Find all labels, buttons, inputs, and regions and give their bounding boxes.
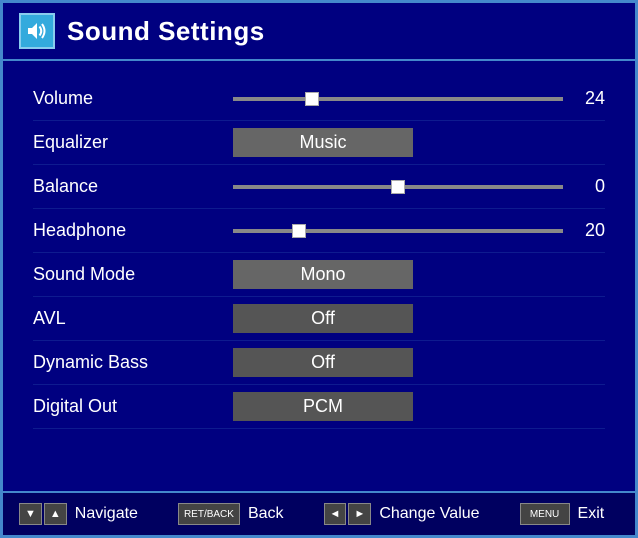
digital-out-select[interactable]: PCM [233, 392, 413, 421]
dynamic-bass-control[interactable]: Off [233, 348, 605, 377]
volume-slider[interactable]: 24 [233, 88, 605, 109]
avl-select[interactable]: Off [233, 304, 413, 333]
digital-out-label: Digital Out [33, 396, 233, 417]
balance-label: Balance [33, 176, 233, 197]
volume-track [233, 97, 563, 101]
volume-label: Volume [33, 88, 233, 109]
back-hint: RET/BACK Back [178, 503, 284, 525]
headphone-value: 20 [575, 220, 605, 241]
right-key: ► [348, 503, 371, 525]
volume-control[interactable]: 24 [233, 88, 605, 109]
exit-label: Exit [578, 505, 605, 523]
footer: ▼ ▲ Navigate RET/BACK Back ◄ ► Change Va… [3, 491, 635, 535]
equalizer-label: Equalizer [33, 132, 233, 153]
headphone-control[interactable]: 20 [233, 220, 605, 241]
change-value-hint: ◄ ► Change Value [324, 503, 480, 525]
balance-track [233, 185, 563, 189]
sound-mode-control[interactable]: Mono [233, 260, 605, 289]
digital-out-row: Digital Out PCM [33, 385, 605, 429]
equalizer-select[interactable]: Music [233, 128, 413, 157]
settings-list: Volume 24 Equalizer Music Balance [3, 61, 635, 491]
sound-mode-label: Sound Mode [33, 264, 233, 285]
volume-value: 24 [575, 88, 605, 109]
equalizer-control[interactable]: Music [233, 128, 605, 157]
dynamic-bass-label: Dynamic Bass [33, 352, 233, 373]
avl-label: AVL [33, 308, 233, 329]
change-value-label: Change Value [379, 505, 479, 523]
balance-row: Balance 0 [33, 165, 605, 209]
sound-icon [19, 13, 55, 49]
screen: Sound Settings Volume 24 Equalizer Music [0, 0, 638, 538]
balance-thumb [391, 180, 405, 194]
left-key: ◄ [324, 503, 347, 525]
avl-row: AVL Off [33, 297, 605, 341]
balance-value: 0 [575, 176, 605, 197]
exit-hint: MENU Exit [520, 503, 605, 525]
balance-slider[interactable]: 0 [233, 176, 605, 197]
back-key: RET/BACK [178, 503, 240, 525]
sound-mode-row: Sound Mode Mono [33, 253, 605, 297]
avl-control[interactable]: Off [233, 304, 605, 333]
navigate-keys: ▼ ▲ [19, 503, 67, 525]
header: Sound Settings [3, 3, 635, 61]
navigate-label: Navigate [75, 505, 138, 523]
volume-fill [233, 97, 312, 101]
headphone-thumb [292, 224, 306, 238]
headphone-slider[interactable]: 20 [233, 220, 605, 241]
headphone-row: Headphone 20 [33, 209, 605, 253]
dynamic-bass-row: Dynamic Bass Off [33, 341, 605, 385]
back-label: Back [248, 505, 284, 523]
balance-fill [233, 185, 398, 189]
navigate-hint: ▼ ▲ Navigate [19, 503, 138, 525]
sound-mode-select[interactable]: Mono [233, 260, 413, 289]
dynamic-bass-select[interactable]: Off [233, 348, 413, 377]
change-keys: ◄ ► [324, 503, 372, 525]
headphone-track [233, 229, 563, 233]
menu-keys: MENU [520, 503, 570, 525]
menu-key: MENU [520, 503, 570, 525]
equalizer-row: Equalizer Music [33, 121, 605, 165]
page-title: Sound Settings [67, 16, 265, 47]
digital-out-control[interactable]: PCM [233, 392, 605, 421]
volume-thumb [305, 92, 319, 106]
back-keys: RET/BACK [178, 503, 240, 525]
headphone-fill [233, 229, 299, 233]
balance-control[interactable]: 0 [233, 176, 605, 197]
volume-row: Volume 24 [33, 77, 605, 121]
down-key: ▼ [19, 503, 42, 525]
headphone-label: Headphone [33, 220, 233, 241]
up-key: ▲ [44, 503, 67, 525]
